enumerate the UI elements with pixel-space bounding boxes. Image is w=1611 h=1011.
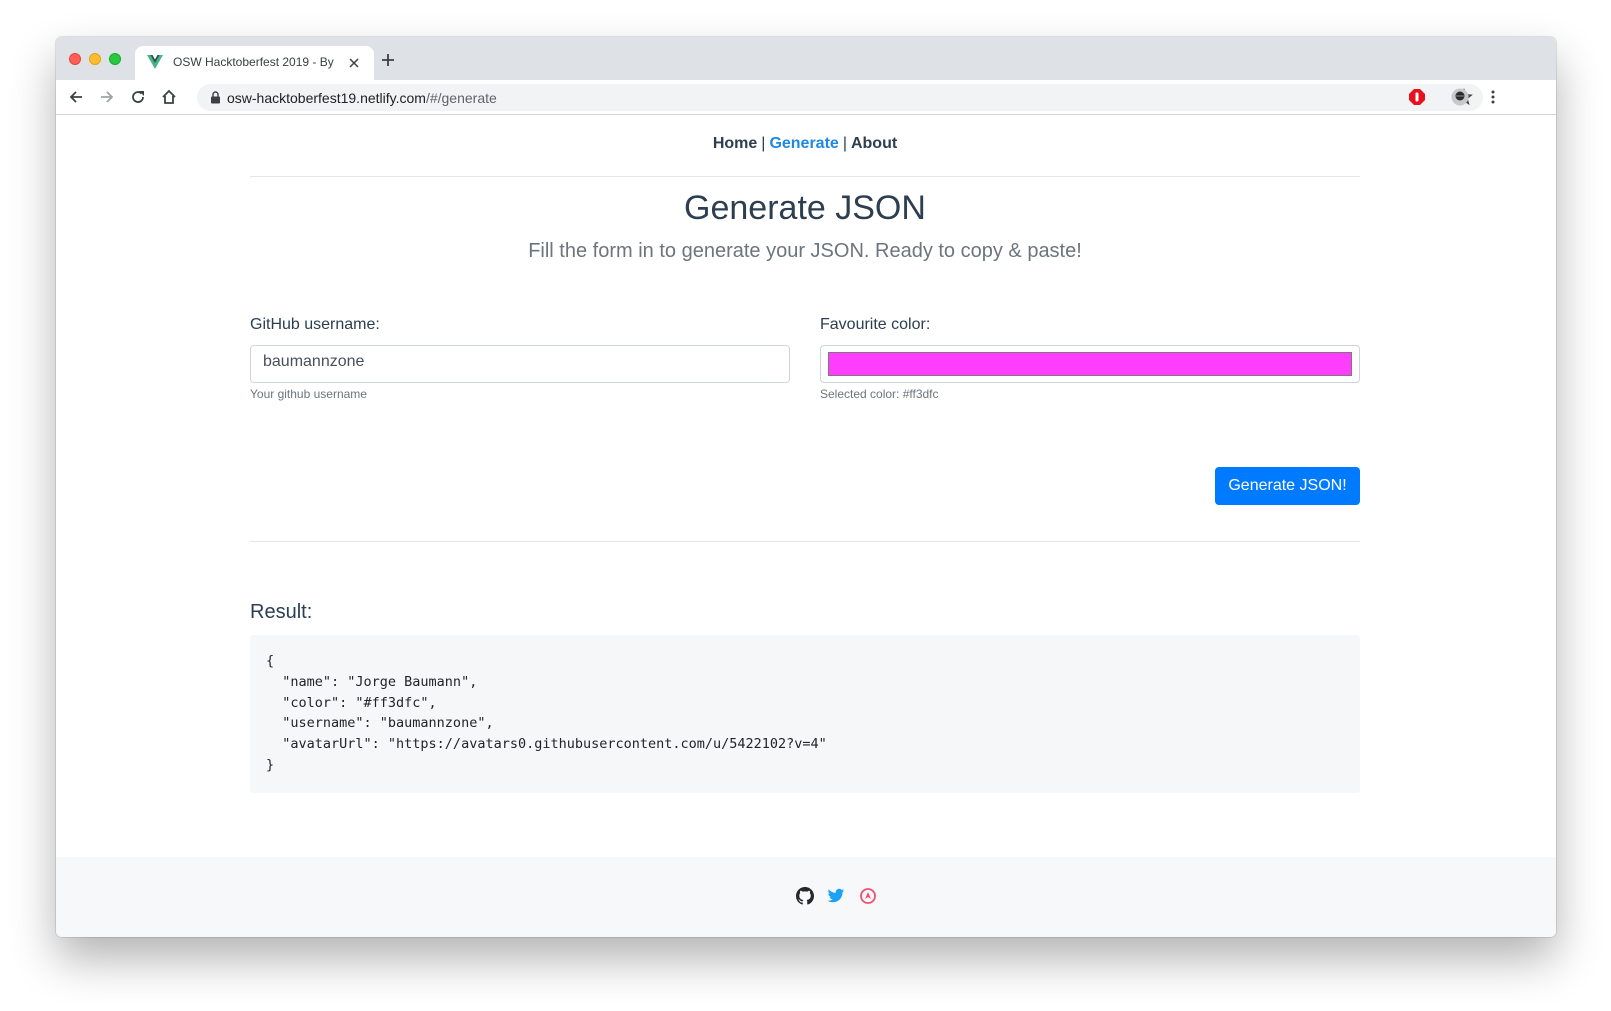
- url-path: /#/generate: [425, 90, 497, 106]
- result-code-block[interactable]: { "name": "Jorge Baumann", "color": "#ff…: [250, 635, 1360, 793]
- url-text: osw-hacktoberfest19.netlify.com/#/genera…: [227, 90, 497, 106]
- url-host: osw-hacktoberfest19.netlify.com: [227, 90, 426, 106]
- lock-icon: [211, 91, 220, 104]
- maximize-window-button[interactable]: [109, 53, 121, 65]
- username-help: Your github username: [250, 387, 367, 401]
- browser-toolbar: osw-hacktoberfest19.netlify.com/#/genera…: [56, 80, 1556, 115]
- forward-arrow-icon[interactable]: [98, 88, 116, 106]
- browser-window: OSW Hacktoberfest 2019 - By osw-hacktobe…: [56, 37, 1556, 937]
- divider: [250, 541, 1360, 542]
- footer: [56, 857, 1556, 937]
- profile-avatar-icon[interactable]: [1451, 88, 1469, 106]
- vue-logo-icon: [147, 55, 163, 69]
- reload-icon[interactable]: [129, 88, 147, 106]
- page-title: Generate JSON: [684, 189, 926, 227]
- back-arrow-icon[interactable]: [67, 88, 85, 106]
- username-input[interactable]: baumannzone: [250, 345, 790, 383]
- divider: [250, 176, 1360, 177]
- top-nav: Home | Generate | About: [250, 135, 1360, 153]
- nav-about[interactable]: About: [851, 135, 897, 152]
- close-tab-icon[interactable]: [346, 55, 362, 71]
- color-swatch: [828, 352, 1352, 376]
- result-heading: Result:: [250, 601, 313, 623]
- home-icon[interactable]: [160, 88, 178, 106]
- page-content: Home | Generate | About Generate JSON Fill t…: [56, 115, 1556, 937]
- color-picker-input[interactable]: [820, 345, 1360, 383]
- nav-generate[interactable]: Generate: [769, 135, 838, 152]
- adblock-extension-icon[interactable]: [1408, 88, 1426, 106]
- tab-strip: OSW Hacktoberfest 2019 - By: [56, 37, 1556, 80]
- page-subtitle: Fill the form in to generate your JSON. …: [528, 240, 1082, 262]
- github-icon[interactable]: [796, 887, 814, 905]
- menu-kebab-icon[interactable]: [1484, 88, 1502, 106]
- username-label: GitHub username:: [250, 316, 380, 333]
- nav-separator: |: [761, 135, 766, 152]
- minimize-window-button[interactable]: [89, 53, 101, 65]
- browser-tab[interactable]: OSW Hacktoberfest 2019 - By: [135, 46, 374, 80]
- nav-home[interactable]: Home: [713, 135, 757, 152]
- new-tab-icon[interactable]: [379, 51, 397, 69]
- twitter-icon[interactable]: [827, 887, 845, 905]
- address-bar[interactable]: osw-hacktoberfest19.netlify.com/#/genera…: [197, 84, 1483, 111]
- tab-title: OSW Hacktoberfest 2019 - By: [173, 55, 334, 69]
- rocket-icon[interactable]: [859, 887, 877, 905]
- color-label: Favourite color:: [820, 316, 931, 333]
- color-help: Selected color: #ff3dfc: [820, 387, 939, 401]
- close-window-button[interactable]: [69, 53, 81, 65]
- generate-json-button[interactable]: Generate JSON!: [1215, 467, 1360, 505]
- nav-separator: |: [842, 135, 847, 152]
